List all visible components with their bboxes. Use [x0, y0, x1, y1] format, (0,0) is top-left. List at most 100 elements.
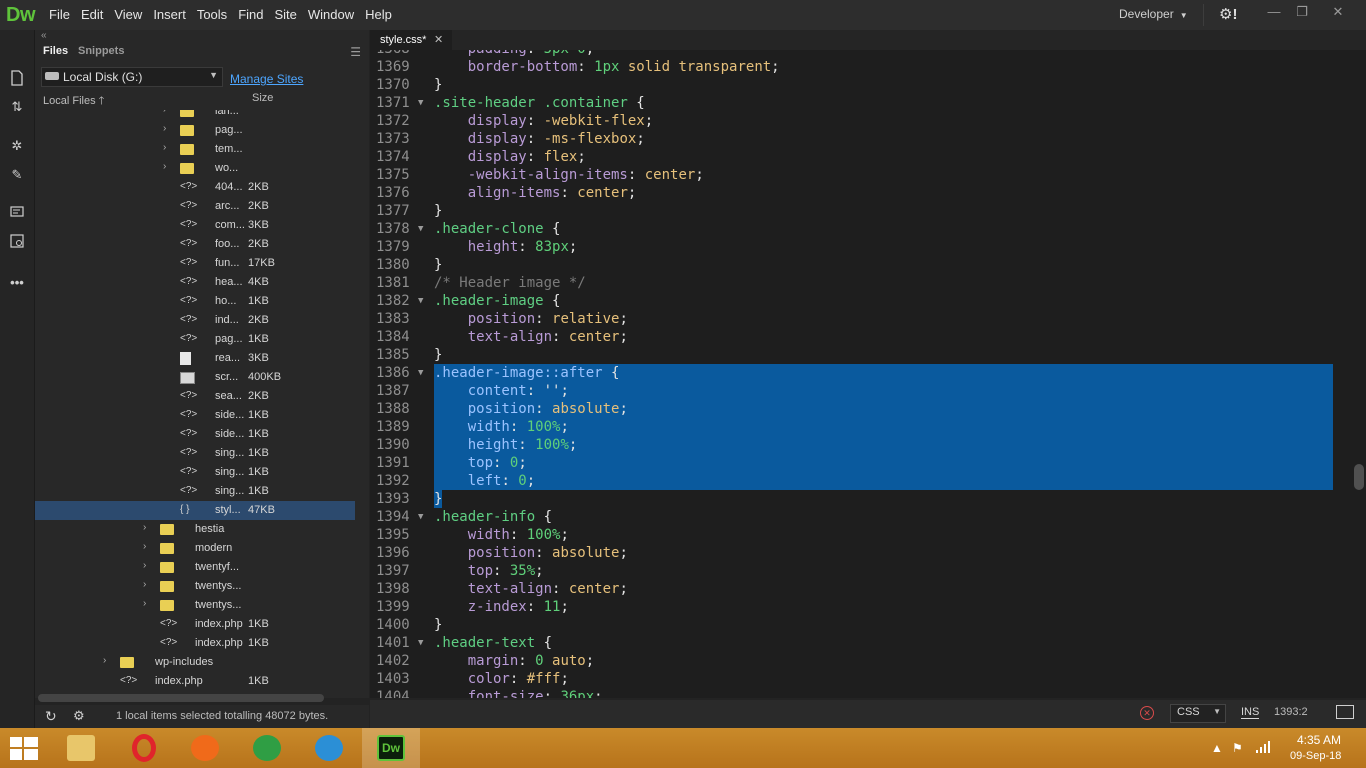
close-icon[interactable]: ✕ — [1326, 4, 1350, 20]
folder-item[interactable]: › twentys... — [35, 596, 355, 615]
dom-icon[interactable] — [8, 206, 26, 224]
file-item[interactable]: { } styl... 47KB — [35, 501, 355, 520]
menu-insert[interactable]: Insert — [153, 0, 194, 30]
col-size[interactable]: Size — [252, 92, 273, 104]
code-line[interactable]: 1389 width: 100%; — [370, 418, 1366, 436]
file-item[interactable]: <?> arc... 2KB — [35, 197, 355, 216]
file-item[interactable]: <?> sing... 1KB — [35, 463, 355, 482]
code-line[interactable]: 1396 position: absolute; — [370, 544, 1366, 562]
file-explorer-icon[interactable] — [52, 728, 110, 768]
code-line[interactable]: 1380} — [370, 256, 1366, 274]
code-line[interactable]: 1377} — [370, 202, 1366, 220]
code-line[interactable]: 1376 align-items: center; — [370, 184, 1366, 202]
get-put-icon[interactable]: ⇅ — [8, 98, 26, 116]
clock-date[interactable]: 09-Sep-18 — [1290, 750, 1341, 762]
file-item[interactable]: scr... 400KB — [35, 368, 355, 387]
code-line[interactable]: 1402 margin: 0 auto; — [370, 652, 1366, 670]
file-item[interactable]: <?> fun... 17KB — [35, 254, 355, 273]
menu-window[interactable]: Window — [308, 0, 362, 30]
code-line[interactable]: 1382 ▼ .header-image { — [370, 292, 1366, 310]
folder-item[interactable]: › lan... — [35, 110, 355, 121]
file-item[interactable]: <?> side... 1KB — [35, 425, 355, 444]
fold-toggle-icon[interactable]: ▼ — [418, 220, 423, 238]
collapse-panel-icon[interactable]: « — [41, 30, 47, 41]
chevron-right-icon[interactable]: › — [163, 123, 166, 134]
code-line[interactable]: 1401 ▼ .header-text { — [370, 634, 1366, 652]
css-designer-icon[interactable]: ✎ — [8, 166, 26, 184]
menu-edit[interactable]: Edit — [81, 0, 111, 30]
code-line[interactable]: 1379 height: 83px; — [370, 238, 1366, 256]
chevron-right-icon[interactable]: › — [143, 560, 146, 571]
menu-site[interactable]: Site — [274, 0, 304, 30]
folder-item[interactable]: › tem... — [35, 140, 355, 159]
internet-explorer-icon[interactable] — [300, 728, 358, 768]
code-line[interactable]: 1383 position: relative; — [370, 310, 1366, 328]
code-line[interactable]: 1400} — [370, 616, 1366, 634]
windows-start-icon[interactable] — [10, 737, 38, 761]
fold-toggle-icon[interactable]: ▼ — [418, 508, 423, 526]
code-line[interactable]: 1373 display: -ms-flexbox; — [370, 130, 1366, 148]
code-line[interactable]: 1388 position: absolute; — [370, 400, 1366, 418]
menu-help[interactable]: Help — [365, 0, 400, 30]
code-line[interactable]: 1392 left: 0; — [370, 472, 1366, 490]
folder-item[interactable]: › modern — [35, 539, 355, 558]
refresh-icon[interactable]: ↻ — [45, 708, 57, 725]
insert-mode[interactable]: INS — [1241, 706, 1260, 719]
panel-horizontal-scrollbar[interactable] — [38, 694, 324, 702]
code-line[interactable]: 1371 ▼ .site-header .container { — [370, 94, 1366, 112]
code-line[interactable]: 1398 text-align: center; — [370, 580, 1366, 598]
folder-item[interactable]: › hestia — [35, 520, 355, 539]
code-line[interactable]: 1372 display: -webkit-flex; — [370, 112, 1366, 130]
fold-toggle-icon[interactable]: ▼ — [418, 94, 423, 112]
tab-style-css[interactable]: style.css* ✕ — [370, 30, 452, 50]
network-signal-icon[interactable] — [1255, 741, 1271, 756]
assets-icon[interactable] — [8, 234, 26, 252]
file-item[interactable]: <?> sea... 2KB — [35, 387, 355, 406]
folder-item[interactable]: › pag... — [35, 121, 355, 140]
menu-tools[interactable]: Tools — [197, 0, 235, 30]
manage-sites-link[interactable]: Manage Sites — [230, 72, 303, 86]
flag-icon[interactable]: ⚑ — [1232, 741, 1243, 755]
menu-find[interactable]: Find — [238, 0, 271, 30]
connect-icon[interactable]: ⚙ — [73, 708, 85, 724]
chevron-right-icon[interactable]: › — [163, 110, 166, 115]
code-line[interactable]: 1370} — [370, 76, 1366, 94]
code-line[interactable]: 1403 color: #fff; — [370, 670, 1366, 688]
show-hidden-icons-icon[interactable]: ▲ — [1211, 741, 1223, 755]
workspace-switcher[interactable]: Developer ▼ — [1119, 7, 1188, 21]
editor-scrollbar[interactable] — [1354, 464, 1364, 490]
menu-file[interactable]: File — [49, 0, 78, 30]
file-item[interactable]: <?> ind... 2KB — [35, 311, 355, 330]
panel-menu-icon[interactable]: ☰ — [350, 45, 361, 59]
files-icon[interactable] — [8, 70, 26, 88]
file-item[interactable]: <?> side... 1KB — [35, 406, 355, 425]
code-line[interactable]: 1378 ▼ .header-clone { — [370, 220, 1366, 238]
restore-icon[interactable]: ❐ — [1290, 4, 1314, 20]
code-line[interactable]: 1390 height: 100%; — [370, 436, 1366, 454]
folder-item[interactable]: › wo... — [35, 159, 355, 178]
tab-snippets[interactable]: Snippets — [78, 45, 124, 57]
file-item[interactable]: <?> com... 3KB — [35, 216, 355, 235]
folder-item[interactable]: › twentyf... — [35, 558, 355, 577]
chevron-right-icon[interactable]: › — [163, 161, 166, 172]
chevron-right-icon[interactable]: › — [143, 522, 146, 533]
code-line[interactable]: 1404 font-size: 36px; — [370, 688, 1366, 698]
code-line[interactable]: 1394 ▼ .header-info { — [370, 508, 1366, 526]
file-item[interactable]: rea... 3KB — [35, 349, 355, 368]
code-line[interactable]: 1393} — [370, 490, 1366, 508]
language-select[interactable]: CSS ▼ — [1170, 704, 1226, 723]
minimize-icon[interactable]: — — [1262, 4, 1286, 19]
code-line[interactable]: 1368 padding: 5px 0; — [370, 50, 1366, 58]
file-item[interactable]: <?> 404... 2KB — [35, 178, 355, 197]
close-icon[interactable]: ✕ — [434, 33, 443, 46]
chevron-right-icon[interactable]: › — [143, 541, 146, 552]
code-line[interactable]: 1399 z-index: 11; — [370, 598, 1366, 616]
code-line[interactable]: 1387 content: ''; — [370, 382, 1366, 400]
code-editor[interactable]: 1368 padding: 5px 0;1369 border-bottom: … — [370, 50, 1366, 698]
file-item[interactable]: <?> sing... 1KB — [35, 444, 355, 463]
chevron-right-icon[interactable]: › — [163, 142, 166, 153]
chevron-right-icon[interactable]: › — [143, 579, 146, 590]
file-item[interactable]: <?> hea... 4KB — [35, 273, 355, 292]
file-item[interactable]: <?> ho... 1KB — [35, 292, 355, 311]
code-line[interactable]: 1381 /* Header image */ — [370, 274, 1366, 292]
